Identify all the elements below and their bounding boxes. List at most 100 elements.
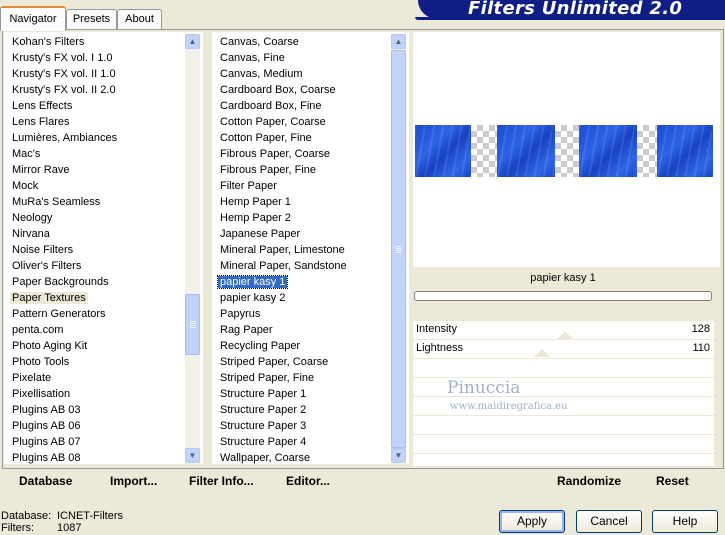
list-item-label: Mirror Rave <box>12 164 70 176</box>
list-item[interactable]: Structure Paper 4 <box>220 434 306 450</box>
list-item[interactable]: Krusty's FX vol. II 2.0 <box>12 82 116 98</box>
list-item[interactable]: Pixelate <box>12 370 51 386</box>
filter-scroll-thumb[interactable] <box>391 50 406 448</box>
list-item[interactable]: Krusty's FX vol. II 1.0 <box>12 66 116 82</box>
scroll-up-icon[interactable]: ▲ <box>185 34 200 49</box>
list-item-label: Plugins AB 06 <box>12 420 81 432</box>
list-item[interactable]: Oliver's Filters <box>12 258 81 274</box>
list-item[interactable]: Mineral Paper, Limestone <box>220 242 345 258</box>
list-item-label: Structure Paper 1 <box>220 388 307 400</box>
list-item-label: Canvas, Fine <box>220 52 285 64</box>
list-item-label: Striped Paper, Fine <box>220 372 315 384</box>
reset-button[interactable]: Reset <box>656 474 689 488</box>
list-item[interactable]: Fibrous Paper, Fine <box>220 162 316 178</box>
tab-presets[interactable]: Presets <box>66 9 117 29</box>
list-item[interactable]: Paper Textures <box>10 290 88 306</box>
list-item[interactable]: papier kasy 2 <box>220 290 285 306</box>
list-item-label: Fibrous Paper, Coarse <box>220 148 331 160</box>
list-item-label: Cardboard Box, Coarse <box>220 84 336 96</box>
list-item[interactable]: Hemp Paper 1 <box>220 194 291 210</box>
parameter-row-empty <box>413 435 714 454</box>
list-item[interactable]: Photo Aging Kit <box>12 338 87 354</box>
list-item[interactable]: Noise Filters <box>12 242 73 258</box>
list-item[interactable]: Kohan's Filters <box>12 34 84 50</box>
list-item-label: Filter Paper <box>220 180 277 192</box>
preview-pane[interactable] <box>413 32 720 267</box>
slider-indicator-icon[interactable] <box>557 331 573 339</box>
list-item-label: Pixelate <box>12 372 52 384</box>
list-item[interactable]: MuRa's Seamless <box>12 194 100 210</box>
category-scroll-thumb[interactable] <box>185 294 200 355</box>
list-item-label: Photo Tools <box>12 356 70 368</box>
help-button[interactable]: Help <box>652 510 718 533</box>
filter-info-button[interactable]: Filter Info... <box>189 474 254 488</box>
list-item[interactable]: Recycling Paper <box>220 338 300 354</box>
list-item[interactable]: Mineral Paper, Sandstone <box>220 258 347 274</box>
list-item[interactable]: Hemp Paper 2 <box>220 210 291 226</box>
apply-button[interactable]: Apply <box>499 510 565 533</box>
list-item[interactable]: Neology <box>12 210 52 226</box>
list-item[interactable]: Canvas, Medium <box>220 66 303 82</box>
list-item-label: Kohan's Filters <box>12 36 85 48</box>
list-item[interactable]: Mock <box>12 178 38 194</box>
cancel-button[interactable]: Cancel <box>576 510 642 533</box>
list-item[interactable]: Structure Paper 3 <box>220 418 306 434</box>
category-list[interactable]: Kohan's Filters Krusty's FX vol. I 1.0 Kru… <box>4 32 203 464</box>
list-item-label: Plugins AB 03 <box>12 404 81 416</box>
slider-indicator-icon[interactable] <box>534 349 550 357</box>
scroll-down-icon[interactable]: ▼ <box>391 448 406 463</box>
list-item[interactable]: Pixellisation <box>12 386 70 402</box>
list-item[interactable]: Structure Paper 1 <box>220 386 306 402</box>
list-item[interactable]: Cotton Paper, Coarse <box>220 114 326 130</box>
list-item[interactable]: Striped Paper, Coarse <box>220 354 328 370</box>
list-item[interactable]: Canvas, Fine <box>220 50 285 66</box>
list-item[interactable]: Mirror Rave <box>12 162 69 178</box>
list-item-label: Krusty's FX vol. II 2.0 <box>12 84 116 96</box>
tab-about[interactable]: About <box>117 9 162 29</box>
list-item[interactable]: Lens Effects <box>12 98 72 114</box>
list-item[interactable]: Wallpaper, Coarse <box>220 450 310 464</box>
list-item[interactable]: Filter Paper <box>220 178 277 194</box>
list-item[interactable]: Paper Backgrounds <box>12 274 109 290</box>
list-item[interactable]: Canvas, Coarse <box>220 34 299 50</box>
list-item[interactable]: Cardboard Box, Coarse <box>220 82 336 98</box>
list-item[interactable]: Plugins AB 06 <box>12 418 81 434</box>
list-item[interactable]: Pattern Generators <box>12 306 106 322</box>
list-item[interactable]: Plugins AB 03 <box>12 402 81 418</box>
list-item[interactable]: Striped Paper, Fine <box>220 370 314 386</box>
database-button[interactable]: Database <box>19 474 72 488</box>
tab-navigator[interactable]: Navigator <box>0 6 66 31</box>
list-item[interactable]: Plugins AB 08 <box>12 450 81 464</box>
list-item[interactable]: Mac's <box>12 146 40 162</box>
list-item[interactable]: Japanese Paper <box>220 226 300 242</box>
list-item[interactable]: Structure Paper 2 <box>220 402 306 418</box>
list-item[interactable]: penta.com <box>12 322 63 338</box>
category-scrollbar[interactable]: ▲ ▼ <box>185 34 200 464</box>
list-item[interactable]: Fibrous Paper, Coarse <box>220 146 330 162</box>
list-item[interactable]: Lumières, Ambiances <box>12 130 117 146</box>
list-item[interactable]: Nirvana <box>12 226 50 242</box>
list-item[interactable]: Plugins AB 07 <box>12 434 81 450</box>
parameter-row-lightness[interactable]: Lightness 110 <box>413 340 714 359</box>
filter-list[interactable]: Canvas, Coarse Canvas, Fine Canvas, Medium… <box>212 32 409 464</box>
list-item-label: Mineral Paper, Limestone <box>220 244 345 256</box>
import-button[interactable]: Import... <box>110 474 157 488</box>
list-item[interactable]: Cotton Paper, Fine <box>220 130 312 146</box>
editor-button[interactable]: Editor... <box>286 474 330 488</box>
list-item[interactable]: papier kasy 1 <box>216 274 289 290</box>
selected-filter-name: papier kasy 1 <box>530 272 596 284</box>
list-item-label: Noise Filters <box>12 244 74 256</box>
scroll-up-icon[interactable]: ▲ <box>391 34 406 49</box>
list-item[interactable]: Krusty's FX vol. I 1.0 <box>12 50 113 66</box>
app-title: Filters Unlimited 2.0 <box>468 0 683 19</box>
list-item-label: Oliver's Filters <box>12 260 82 272</box>
list-item[interactable]: Rag Paper <box>220 322 273 338</box>
list-item-label: Papyrus <box>220 308 261 320</box>
list-item[interactable]: Lens Flares <box>12 114 69 130</box>
list-item[interactable]: Photo Tools <box>12 354 69 370</box>
filter-scrollbar[interactable]: ▲ ▼ <box>391 34 406 464</box>
scroll-down-icon[interactable]: ▼ <box>185 448 200 463</box>
randomize-button[interactable]: Randomize <box>557 474 621 488</box>
list-item[interactable]: Cardboard Box, Fine <box>220 98 322 114</box>
list-item[interactable]: Papyrus <box>220 306 260 322</box>
